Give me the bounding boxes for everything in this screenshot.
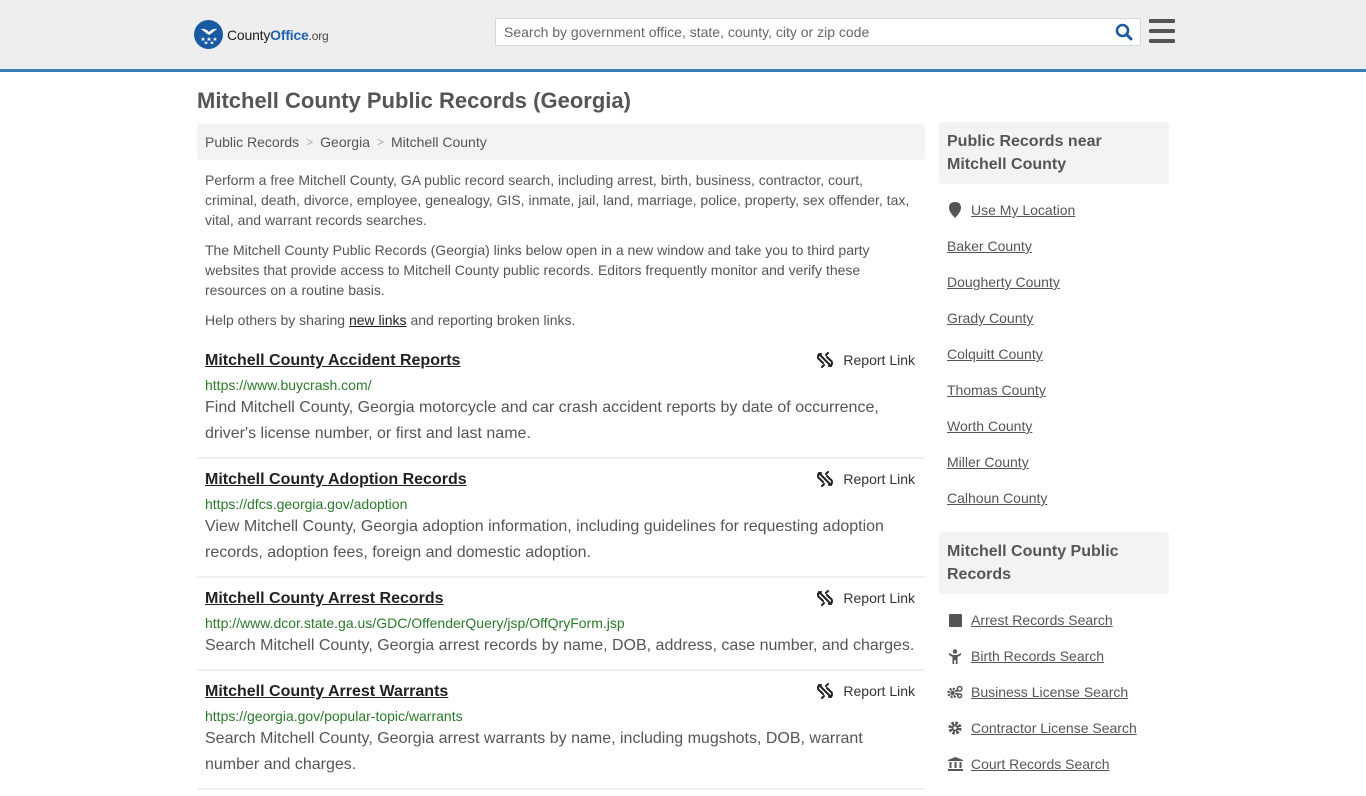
- search-input[interactable]: [496, 19, 1108, 45]
- court-records-search-link[interactable]: Court Records Search: [971, 756, 1110, 772]
- county-records-heading: Mitchell County Public Records: [939, 532, 1169, 594]
- nearby-county-item: Calhoun County: [947, 480, 1161, 516]
- breadcrumb-mitchell-county[interactable]: Mitchell County: [391, 134, 487, 150]
- gears-icon: [947, 685, 963, 699]
- record-title-link[interactable]: Mitchell County Arrest Warrants: [205, 681, 448, 703]
- report-link-button[interactable]: Report Link: [817, 471, 915, 487]
- report-link-label: Report Link: [843, 590, 915, 606]
- arrest-records-search-link[interactable]: Arrest Records Search: [971, 612, 1113, 628]
- record-url[interactable]: https://dfcs.georgia.gov/adoption: [205, 494, 917, 514]
- broken-link-icon: [817, 590, 834, 606]
- record-description: Search Mitchell County, Georgia arrest w…: [205, 730, 863, 773]
- nearby-county-link[interactable]: Colquitt County: [947, 346, 1043, 362]
- intro-text: Perform a free Mitchell County, GA publi…: [205, 170, 917, 340]
- nearby-county-item: Grady County: [947, 300, 1161, 336]
- courthouse-icon: [947, 757, 963, 771]
- nearby-county-link[interactable]: Miller County: [947, 454, 1029, 470]
- record-category-item: Arrest Records Search: [947, 602, 1161, 638]
- menu-bar: [1149, 29, 1175, 33]
- site-header: CountyOffice.org: [0, 0, 1366, 72]
- sidebar: Public Records near Mitchell County Use …: [939, 122, 1169, 796]
- record-category-item: Business License Search: [947, 674, 1161, 710]
- record-item: Mitchell County Adoption Records Report …: [197, 459, 925, 578]
- intro-paragraph-2: The Mitchell County Public Records (Geor…: [205, 242, 870, 298]
- intro-text-after: and reporting broken links.: [406, 312, 576, 328]
- contractor-license-search-link[interactable]: Contractor License Search: [971, 720, 1137, 736]
- menu-bar: [1149, 39, 1175, 43]
- nearby-records-heading: Public Records near Mitchell County: [939, 122, 1169, 184]
- breadcrumb-public-records[interactable]: Public Records: [205, 134, 299, 150]
- record-description: Search Mitchell County, Georgia arrest r…: [205, 637, 915, 654]
- record-category-item: Contractor License Search: [947, 710, 1161, 746]
- nearby-county-link[interactable]: Baker County: [947, 238, 1032, 254]
- report-link-label: Report Link: [843, 352, 915, 368]
- broken-link-icon: [817, 471, 834, 487]
- record-item: Mitchell County Arrest Records Report Li…: [197, 578, 925, 671]
- search-box: [495, 18, 1141, 46]
- report-link-button[interactable]: Report Link: [817, 683, 915, 699]
- page-title: Mitchell County Public Records (Georgia): [197, 88, 631, 113]
- square-icon: [947, 613, 963, 627]
- breadcrumb-separator: >: [306, 135, 314, 149]
- record-url[interactable]: https://www.buycrash.com/: [205, 375, 917, 395]
- record-title-link[interactable]: Mitchell County Accident Reports: [205, 350, 460, 372]
- search-icon: [1115, 23, 1133, 41]
- intro-paragraph-3: Help others by sharing new links and rep…: [205, 310, 917, 330]
- report-link-button[interactable]: Report Link: [817, 352, 915, 368]
- record-url[interactable]: https://georgia.gov/popular-topic/warran…: [205, 706, 917, 726]
- nearby-county-item: Baker County: [947, 228, 1161, 264]
- gear-icon: [947, 721, 963, 735]
- nearby-county-link[interactable]: Grady County: [947, 310, 1033, 326]
- nearby-county-link[interactable]: Calhoun County: [947, 490, 1047, 506]
- nearby-county-item: Thomas County: [947, 372, 1161, 408]
- record-url[interactable]: http://www.dcor.state.ga.us/GDC/Offender…: [205, 613, 917, 633]
- search-button[interactable]: [1108, 19, 1140, 45]
- breadcrumb-georgia[interactable]: Georgia: [320, 134, 370, 150]
- new-links-link[interactable]: new links: [349, 312, 407, 328]
- broken-link-icon: [817, 352, 834, 368]
- record-item: Mitchell County Arrest Warrants Report L…: [197, 671, 925, 790]
- record-title-link[interactable]: Mitchell County Arrest Records: [205, 588, 444, 610]
- record-title-link[interactable]: Mitchell County Adoption Records: [205, 469, 467, 491]
- menu-bar: [1149, 19, 1175, 23]
- site-logo[interactable]: CountyOffice.org: [194, 20, 329, 49]
- use-my-location-item: Use My Location: [947, 192, 1161, 228]
- nearby-county-item: Worth County: [947, 408, 1161, 444]
- breadcrumb-separator: >: [376, 135, 384, 149]
- nearby-county-item: Miller County: [947, 444, 1161, 480]
- nearby-counties-list: Use My Location Baker County Dougherty C…: [939, 184, 1169, 530]
- nearby-county-link[interactable]: Dougherty County: [947, 274, 1060, 290]
- record-category-item: Court Records Search: [947, 746, 1161, 782]
- map-marker-icon: [947, 202, 963, 218]
- broken-link-icon: [817, 683, 834, 699]
- report-link-button[interactable]: Report Link: [817, 590, 915, 606]
- record-description: View Mitchell County, Georgia adoption i…: [205, 518, 884, 561]
- report-link-label: Report Link: [843, 683, 915, 699]
- nearby-county-item: Colquitt County: [947, 336, 1161, 372]
- hamburger-menu-button[interactable]: [1149, 19, 1175, 43]
- intro-text-before: Help others by sharing: [205, 312, 349, 328]
- records-list: Mitchell County Accident Reports Report …: [197, 346, 925, 790]
- eagle-stars-icon: [194, 20, 223, 49]
- record-description: Find Mitchell County, Georgia motorcycle…: [205, 399, 879, 442]
- breadcrumb: Public Records > Georgia > Mitchell Coun…: [197, 124, 925, 160]
- logo-text: CountyOffice.org: [227, 26, 329, 43]
- nearby-county-link[interactable]: Thomas County: [947, 382, 1046, 398]
- intro-paragraph-1: Perform a free Mitchell County, GA publi…: [205, 172, 910, 228]
- business-license-search-link[interactable]: Business License Search: [971, 684, 1128, 700]
- nearby-county-link[interactable]: Worth County: [947, 418, 1032, 434]
- use-my-location-link[interactable]: Use My Location: [971, 202, 1075, 218]
- county-records-list: Arrest Records Search Birth Records Sear…: [939, 594, 1169, 796]
- report-link-label: Report Link: [843, 471, 915, 487]
- child-icon: [947, 648, 963, 664]
- birth-records-search-link[interactable]: Birth Records Search: [971, 648, 1104, 664]
- record-category-item: Birth Records Search: [947, 638, 1161, 674]
- record-item: Mitchell County Accident Reports Report …: [197, 346, 925, 459]
- nearby-county-item: Dougherty County: [947, 264, 1161, 300]
